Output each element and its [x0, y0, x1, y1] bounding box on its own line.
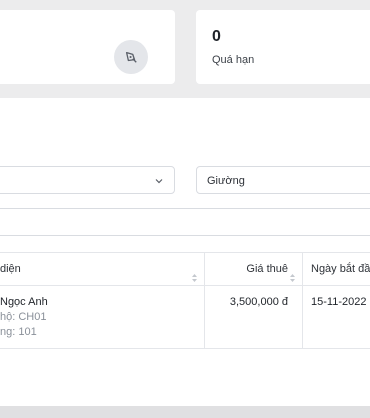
overdue-count: 0	[212, 28, 221, 45]
filter-select-bed[interactable]: Giường	[196, 166, 370, 194]
column-header-rent[interactable]: Giá thuê	[205, 253, 303, 285]
room-number: ng: 101	[0, 326, 37, 338]
stat-card-left	[0, 10, 175, 84]
overdue-label: Quá hạn	[212, 54, 255, 66]
table-row[interactable]: Ngọc Anh hộ: CH01 ng: 101 3,500,000 đ 15…	[0, 286, 370, 348]
tenant-name: Ngọc Anh	[0, 296, 48, 308]
column-header-rent-label: Giá thuê	[246, 263, 288, 275]
stat-card-overdue: 0 Quá hạn	[196, 10, 370, 84]
cell-representative: Ngọc Anh hộ: CH01 ng: 101	[0, 286, 205, 348]
column-header-representative[interactable]: diện	[0, 253, 205, 285]
sort-icon[interactable]	[191, 264, 198, 296]
search-input[interactable]	[0, 208, 370, 236]
sort-icon[interactable]	[289, 264, 296, 296]
filter-select-left[interactable]	[0, 166, 175, 194]
contracts-table: diện Giá thuê Ngày bắt đầ Ngọc Anh hộ: C…	[0, 252, 370, 349]
column-header-representative-label: diện	[0, 263, 21, 275]
filter-select-bed-value: Giường	[207, 175, 245, 187]
footer-strip	[0, 406, 370, 418]
rent-value: 3,500,000 đ	[229, 296, 288, 308]
pen-icon[interactable]	[114, 40, 148, 74]
chevron-down-icon	[154, 176, 164, 189]
contracts-panel: Giường diện Giá thuê Ngày bắt đầ Ngọc An…	[0, 98, 370, 408]
apartment-code: hộ: CH01	[0, 311, 47, 323]
table-header: diện Giá thuê Ngày bắt đầ	[0, 253, 370, 286]
column-header-start-date-label: Ngày bắt đầ	[311, 263, 370, 275]
column-header-start-date[interactable]: Ngày bắt đầ	[303, 253, 370, 285]
start-date-value: 15-11-2022	[311, 296, 367, 308]
cell-start-date: 15-11-2022	[303, 286, 370, 348]
